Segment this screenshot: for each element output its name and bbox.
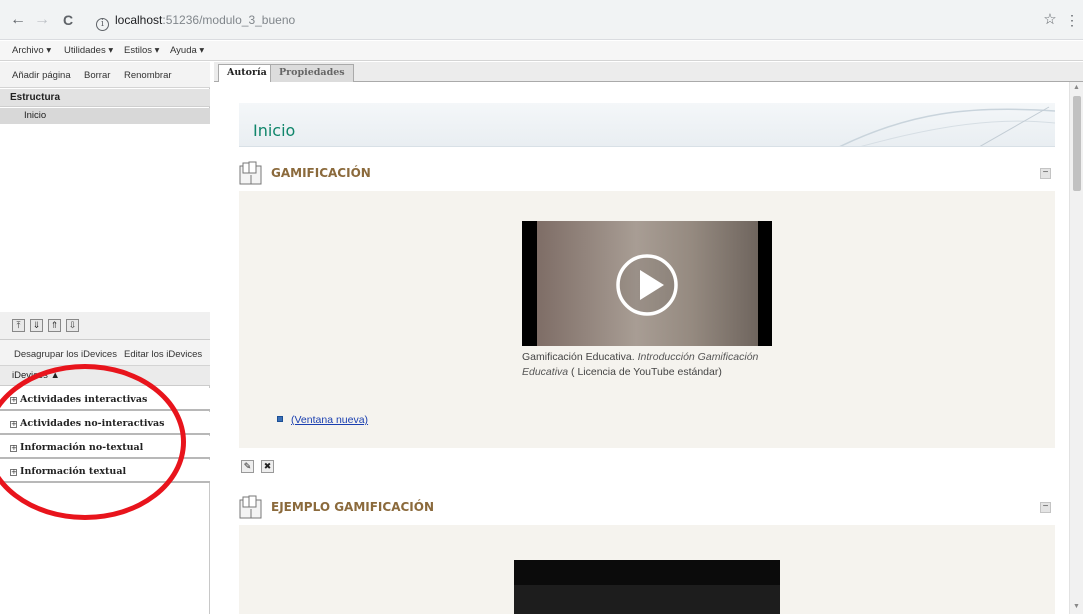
- header-swoosh: [839, 106, 1055, 146]
- idevice-header: EJEMPLO GAMIFICACIÓN −: [239, 493, 1055, 523]
- video-thumbnail: [514, 585, 780, 614]
- add-page-button[interactable]: Añadir página: [12, 70, 71, 81]
- edit-pencil-icon[interactable]: ✎: [241, 460, 254, 473]
- idevice-title: EJEMPLO GAMIFICACIÓN: [271, 500, 435, 514]
- idevice-icon: [239, 161, 262, 185]
- forward-arrow-icon[interactable]: →: [32, 10, 52, 30]
- collapse-icon[interactable]: −: [1040, 168, 1051, 179]
- menu-utilidades[interactable]: Utilidades ▾: [64, 45, 113, 56]
- authoring-content: Inicio GAMIFICACIÓN − Gamificación Educa…: [214, 82, 1069, 614]
- idevice-body: [239, 525, 1055, 614]
- browser-menu-icon[interactable]: ⋮: [1062, 10, 1082, 30]
- move-bottom-icon[interactable]: ⇩: [66, 319, 79, 332]
- play-icon[interactable]: [615, 253, 679, 317]
- scroll-up-icon[interactable]: ▲: [1073, 84, 1080, 91]
- idevice-toolbar: Desagrupar los iDevices Editar los iDevi…: [0, 340, 210, 366]
- move-up-icon[interactable]: ⇑: [48, 319, 61, 332]
- bookmark-star-icon[interactable]: ☆: [1040, 10, 1060, 30]
- left-panel: Añadir página Borrar Renombrar Estructur…: [0, 62, 210, 614]
- app-menu-bar: Archivo ▾ Utilidades ▾ Estilos ▾ Ayuda ▾: [0, 41, 1083, 61]
- video-caption: Gamificación Educativa. Introducción Gam…: [522, 350, 792, 380]
- tree-move-controls: ⤒ ⇓ ⇑ ⇩: [0, 312, 210, 340]
- idevice-header: GAMIFICACIÓN −: [239, 159, 1055, 189]
- tab-bar: Autoría Propiedades: [214, 62, 1083, 83]
- tree-item-inicio[interactable]: Inicio: [0, 108, 210, 124]
- delete-page-button[interactable]: Borrar: [84, 70, 110, 81]
- tab-autoria[interactable]: Autoría: [218, 64, 276, 83]
- tab-propiedades[interactable]: Propiedades: [270, 64, 354, 82]
- video-player[interactable]: [514, 560, 780, 614]
- page-title: Inicio: [253, 121, 296, 140]
- new-window-link[interactable]: (Ventana nueva): [291, 414, 368, 426]
- structure-header: Estructura: [0, 89, 210, 107]
- annotation-circle: [0, 364, 186, 520]
- ungroup-idevices-button[interactable]: Desagrupar los iDevices: [14, 349, 117, 360]
- delete-icon[interactable]: ✖: [261, 460, 274, 473]
- page-toolbar: Añadir página Borrar Renombrar: [0, 62, 210, 88]
- menu-archivo[interactable]: Archivo ▾: [12, 45, 51, 56]
- browser-toolbar: ← → C i localhost:51236/modulo_3_bueno ☆ …: [0, 0, 1083, 40]
- caption-text: Gamificación Educativa.: [522, 351, 638, 363]
- info-icon[interactable]: i: [96, 18, 109, 31]
- menu-ayuda[interactable]: Ayuda ▾: [170, 45, 204, 56]
- url-path: :51236/modulo_3_bueno: [162, 13, 296, 27]
- move-top-icon[interactable]: ⤒: [12, 319, 25, 332]
- back-arrow-icon[interactable]: ←: [8, 10, 28, 30]
- page-header: Inicio: [239, 103, 1055, 147]
- bullet-icon: [277, 416, 283, 422]
- content-scrollbar[interactable]: ▲ ▼: [1069, 82, 1083, 614]
- idevice-icon: [239, 495, 262, 519]
- address-bar[interactable]: i localhost:51236/modulo_3_bueno: [96, 8, 996, 32]
- idevice-body: Gamificación Educativa. Introducción Gam…: [239, 191, 1055, 448]
- video-player[interactable]: [522, 221, 772, 346]
- url-host: localhost: [115, 13, 163, 27]
- edit-idevices-button[interactable]: Editar los iDevices: [124, 349, 202, 360]
- idevice-title: GAMIFICACIÓN: [271, 166, 371, 180]
- new-window-item: (Ventana nueva): [277, 414, 368, 426]
- move-down-icon[interactable]: ⇓: [30, 319, 43, 332]
- rename-page-button[interactable]: Renombrar: [124, 70, 172, 81]
- scroll-down-icon[interactable]: ▼: [1073, 603, 1080, 610]
- caption-license: ( Licencia de YouTube estándar): [568, 366, 722, 378]
- collapse-icon[interactable]: −: [1040, 502, 1051, 513]
- menu-estilos[interactable]: Estilos ▾: [124, 45, 159, 56]
- reload-icon[interactable]: C: [58, 10, 78, 30]
- scroll-thumb[interactable]: [1073, 96, 1081, 191]
